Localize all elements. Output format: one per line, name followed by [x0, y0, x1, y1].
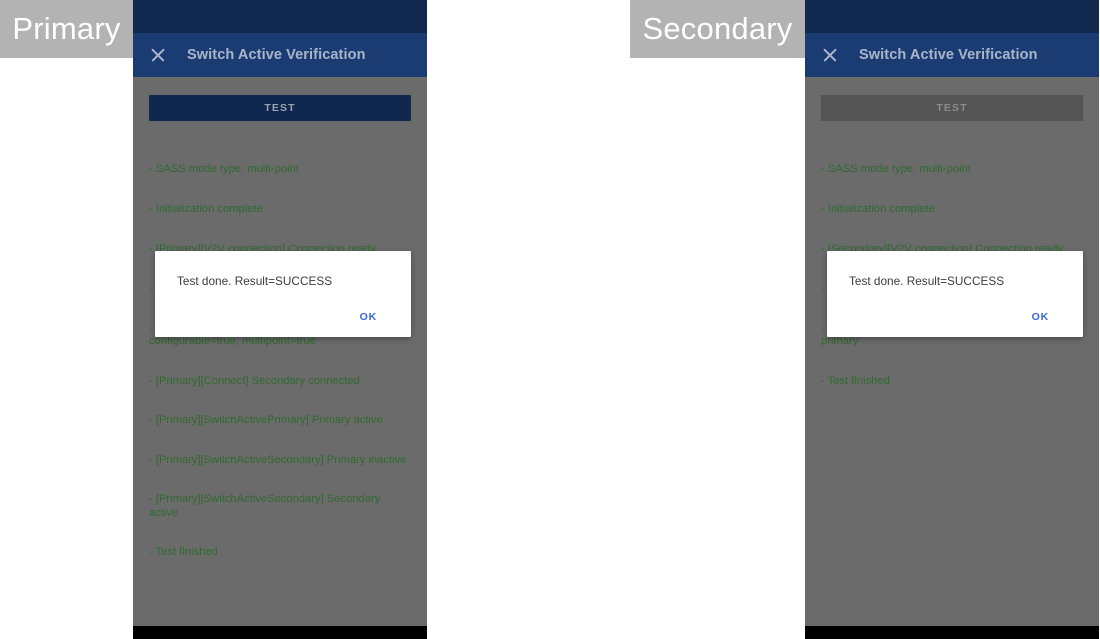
panel-content: TEST - SASS mode type: multi-point - Ini… [805, 77, 1099, 414]
dialog-message: Test done. Result=SUCCESS [177, 274, 333, 288]
app-bar-title: Switch Active Verification [859, 47, 1038, 63]
log-line: - Test finished [821, 374, 890, 387]
log-output: - SASS mode type: multi-point - Initiali… [149, 137, 411, 586]
alert-dialog: Test done. Result=SUCCESS OK [827, 251, 1083, 337]
test-button[interactable]: TEST [149, 95, 411, 121]
system-navigation-bar [805, 626, 1099, 639]
dialog-actions: OK [177, 311, 389, 327]
screenshot-canvas: Primary Switch Active Verification TEST … [0, 0, 1100, 639]
log-line: - Test finished [149, 546, 218, 559]
log-line: - SASS mode type: multi-point [149, 163, 299, 176]
alert-dialog: Test done. Result=SUCCESS OK [155, 251, 411, 337]
dialog-message: Test done. Result=SUCCESS [849, 274, 1005, 288]
status-bar [133, 0, 427, 33]
log-line: - Initialization complete [149, 203, 263, 216]
app-bar: Switch Active Verification [133, 33, 427, 77]
app-bar: Switch Active Verification [805, 33, 1099, 77]
test-button[interactable]: TEST [821, 95, 1083, 121]
app-bar-title: Switch Active Verification [187, 47, 366, 63]
log-line: - [Primary][SwitchActiveSecondary] Secon… [149, 493, 384, 519]
device-screen-primary: Switch Active Verification TEST - SASS m… [133, 0, 427, 639]
dialog-ok-button[interactable]: OK [1032, 311, 1049, 323]
close-icon[interactable] [149, 47, 166, 64]
status-bar [805, 0, 1099, 33]
close-icon[interactable] [821, 47, 838, 64]
device-screen-secondary: Switch Active Verification TEST - SASS m… [805, 0, 1099, 639]
log-line: - [Primary][Connect] Secondary connected [149, 374, 360, 387]
log-line: - Initialization complete [821, 203, 935, 216]
system-navigation-bar [133, 626, 427, 639]
log-line: - [Primary][SwitchActiveSecondary] Prima… [149, 453, 407, 466]
role-badge-secondary: Secondary [630, 0, 805, 58]
log-line: - [Primary][SwitchActivePrimary] Primary… [149, 414, 383, 427]
dialog-ok-button[interactable]: OK [360, 311, 377, 323]
log-line: - SASS mode type: multi-point [821, 163, 971, 176]
role-badge-primary: Primary [0, 0, 133, 58]
dialog-actions: OK [849, 311, 1061, 327]
